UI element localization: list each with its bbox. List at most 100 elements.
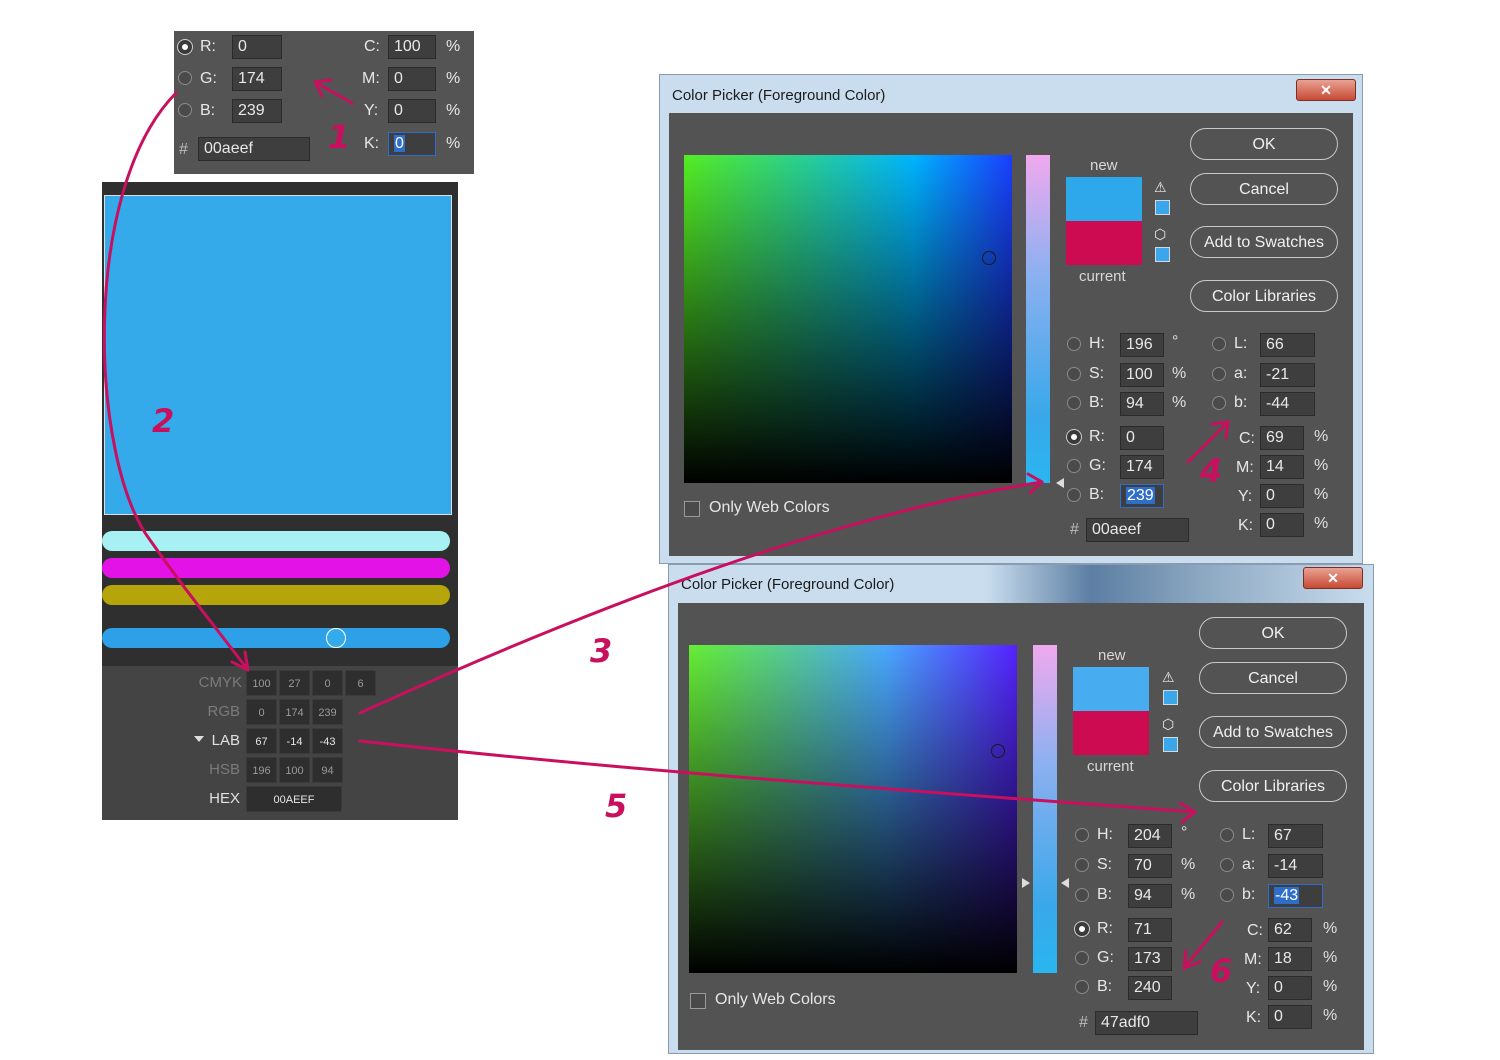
slider-handle[interactable] (326, 628, 346, 648)
web-cube-icon[interactable]: ⬡ (1154, 226, 1166, 243)
cyan-bar[interactable] (102, 531, 450, 551)
s-radio[interactable] (1067, 367, 1081, 381)
k-field[interactable]: 0 (388, 132, 436, 156)
color-libraries-button[interactable]: Color Libraries (1190, 280, 1338, 312)
lab-a-field[interactable]: -21 (1260, 363, 1315, 387)
b-radio[interactable] (1075, 888, 1089, 902)
g-radio[interactable] (1067, 459, 1081, 473)
cancel-button[interactable]: Cancel (1199, 662, 1347, 694)
lab-a-field[interactable]: -14 (1268, 854, 1323, 878)
only-web-colors-checkbox[interactable] (690, 993, 706, 1009)
h-radio[interactable] (1075, 828, 1089, 842)
g-radio[interactable] (1075, 951, 1089, 965)
cmyk-m[interactable]: 27 (279, 670, 310, 696)
g-field[interactable]: 174 (1120, 455, 1164, 479)
r-radio[interactable] (1075, 922, 1089, 936)
r-field[interactable]: 0 (1120, 426, 1164, 450)
lab-a-radio[interactable] (1212, 367, 1226, 381)
ok-button[interactable]: OK (1190, 128, 1338, 160)
lab-b-radio[interactable] (1220, 888, 1234, 902)
gamut-warning-icon[interactable]: ⚠ (1162, 669, 1175, 686)
s-radio[interactable] (1075, 858, 1089, 872)
g-field[interactable]: 174 (232, 67, 282, 91)
b-radio[interactable] (1067, 396, 1081, 410)
h-field[interactable]: 196 (1120, 333, 1164, 357)
current-color-swatch[interactable] (1073, 711, 1149, 755)
s-field[interactable]: 100 (1120, 363, 1164, 387)
color-field[interactable] (684, 155, 1012, 483)
hue-slider-right-arrow-icon[interactable] (1061, 878, 1069, 888)
lab-a[interactable]: -14 (279, 728, 310, 754)
b-radio[interactable] (178, 103, 192, 117)
blue-slider-bar[interactable] (102, 628, 450, 648)
web-cube-icon[interactable]: ⬡ (1162, 716, 1174, 733)
current-color-swatch[interactable] (1066, 221, 1142, 265)
b-field[interactable]: 94 (1128, 884, 1172, 908)
lab-l-radio[interactable] (1220, 828, 1234, 842)
magenta-bar[interactable] (102, 558, 450, 578)
lab-l[interactable]: 67 (246, 728, 277, 754)
hue-slider-arrow-icon[interactable] (1056, 478, 1064, 488)
y-field[interactable]: 0 (388, 99, 436, 123)
add-to-swatches-button[interactable]: Add to Swatches (1190, 226, 1338, 258)
hue-slider[interactable] (1026, 155, 1050, 483)
lab-l-radio[interactable] (1212, 337, 1226, 351)
b-field[interactable]: 239 (232, 99, 282, 123)
k-field[interactable]: 0 (1268, 1005, 1312, 1029)
blue-field[interactable]: 239 (1120, 484, 1164, 508)
cancel-button[interactable]: Cancel (1190, 173, 1338, 205)
r-field[interactable]: 0 (232, 35, 282, 59)
color-field[interactable] (689, 645, 1017, 973)
h-field[interactable]: 204 (1128, 824, 1172, 848)
olive-bar[interactable] (102, 585, 450, 605)
lab-l-field[interactable]: 66 (1260, 333, 1315, 357)
lab-b-field[interactable]: -44 (1260, 392, 1315, 416)
hsb-s[interactable]: 100 (279, 757, 310, 783)
rgb-r[interactable]: 0 (246, 699, 277, 725)
b-field[interactable]: 94 (1120, 392, 1164, 416)
r-field[interactable]: 71 (1128, 918, 1172, 942)
h-radio[interactable] (1067, 337, 1081, 351)
cmyk-y[interactable]: 0 (312, 670, 343, 696)
y-field[interactable]: 0 (1268, 976, 1312, 1000)
add-to-swatches-button[interactable]: Add to Swatches (1199, 716, 1347, 748)
lab-b-field[interactable]: -43 (1268, 884, 1323, 908)
lab-a-radio[interactable] (1220, 858, 1234, 872)
cmyk-c[interactable]: 100 (246, 670, 277, 696)
hex-field[interactable]: 47adf0 (1095, 1011, 1198, 1035)
hex-field[interactable]: 00aeef (1086, 518, 1189, 542)
hsb-b[interactable]: 94 (312, 757, 343, 783)
color-libraries-button[interactable]: Color Libraries (1199, 770, 1347, 802)
gamut-swatch[interactable] (1155, 200, 1170, 215)
web-swatch[interactable] (1155, 247, 1170, 262)
c-field[interactable]: 69 (1260, 426, 1304, 450)
g-radio[interactable] (178, 71, 192, 85)
hex-cell[interactable]: 00AEEF (246, 786, 342, 812)
c-field[interactable]: 100 (388, 35, 436, 59)
lab-b[interactable]: -43 (312, 728, 343, 754)
y-field[interactable]: 0 (1260, 484, 1304, 508)
main-color-swatch[interactable] (104, 195, 452, 515)
close-button[interactable]: ✕ (1303, 567, 1363, 589)
only-web-colors-checkbox[interactable] (684, 501, 700, 517)
blue-radio[interactable] (1075, 980, 1089, 994)
lab-l-field[interactable]: 67 (1268, 824, 1323, 848)
m-field[interactable]: 18 (1268, 947, 1312, 971)
s-field[interactable]: 70 (1128, 854, 1172, 878)
g-field[interactable]: 173 (1128, 947, 1172, 971)
blue-field[interactable]: 240 (1128, 976, 1172, 1000)
gamut-swatch[interactable] (1163, 690, 1178, 705)
hsb-h[interactable]: 196 (246, 757, 277, 783)
c-field[interactable]: 62 (1268, 918, 1312, 942)
lab-b-radio[interactable] (1212, 396, 1226, 410)
color-field-cursor[interactable] (982, 251, 996, 265)
m-field[interactable]: 14 (1260, 455, 1304, 479)
hue-slider[interactable] (1033, 645, 1057, 973)
gamut-warning-icon[interactable]: ⚠ (1154, 179, 1167, 196)
r-radio[interactable] (1067, 430, 1081, 444)
cmyk-k[interactable]: 6 (345, 670, 376, 696)
rgb-g[interactable]: 174 (279, 699, 310, 725)
k-field[interactable]: 0 (1260, 513, 1304, 537)
ok-button[interactable]: OK (1199, 617, 1347, 649)
color-field-cursor[interactable] (991, 744, 1005, 758)
